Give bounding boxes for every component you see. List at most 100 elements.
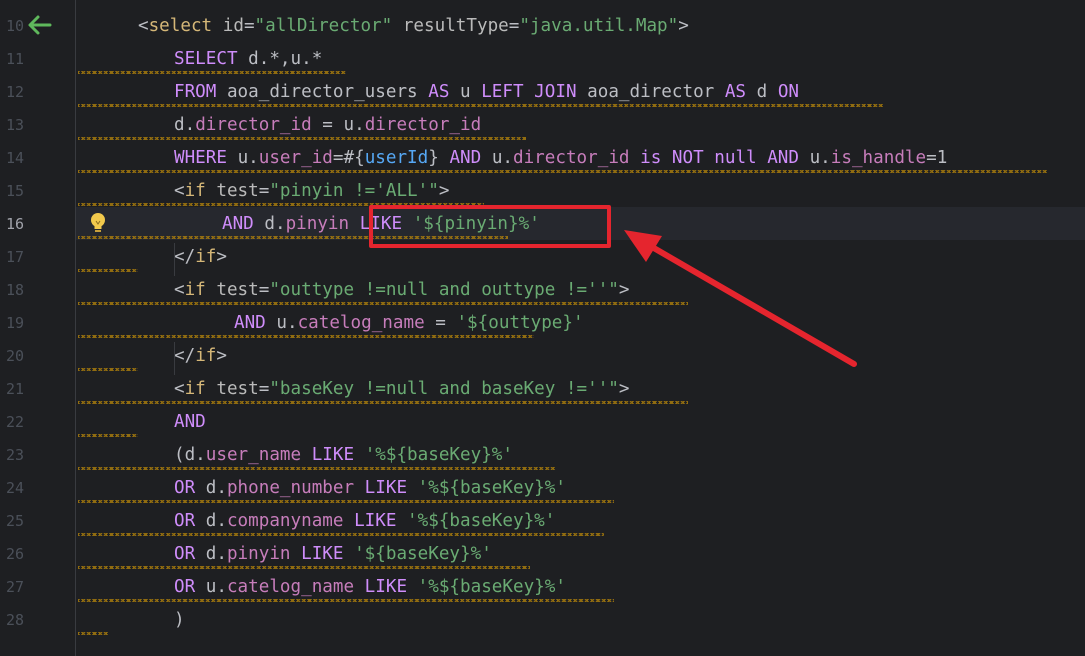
code-token: is NOT null AND xyxy=(640,148,810,168)
code-token: aoa_director_users xyxy=(226,82,429,102)
code-token: if xyxy=(195,247,217,267)
code-line[interactable]: </if> xyxy=(174,241,227,274)
code-token: "allDirector" xyxy=(254,16,393,36)
code-token: pinyin xyxy=(285,214,360,234)
code-token: '%${baseKey}%' xyxy=(417,577,566,597)
code-token: AND xyxy=(222,214,265,234)
code-token: director_id xyxy=(364,115,482,135)
line-number: 22 xyxy=(5,413,24,431)
code-token: u. xyxy=(205,577,227,597)
code-token: u. xyxy=(491,148,513,168)
code-token: "java.util.Map" xyxy=(519,16,679,36)
code-token: u xyxy=(460,82,482,102)
code-token: LIKE xyxy=(301,544,355,564)
code-token: OR xyxy=(174,478,206,498)
back-arrow-icon[interactable] xyxy=(26,12,52,38)
code-line[interactable]: ) xyxy=(174,604,185,637)
warning-squiggle xyxy=(78,467,556,470)
warning-squiggle xyxy=(78,434,138,437)
line-number: 20 xyxy=(5,347,24,365)
warning-squiggle xyxy=(78,368,138,371)
code-token: test xyxy=(216,280,259,300)
code-token: d. xyxy=(205,478,227,498)
warning-squiggle xyxy=(78,170,1048,173)
line-number: 11 xyxy=(5,50,24,68)
code-token: select xyxy=(148,16,213,36)
code-token: d. xyxy=(264,214,286,234)
code-token: aoa_director xyxy=(587,82,725,102)
annotation-highlight-box xyxy=(369,205,611,248)
warning-squiggle xyxy=(78,500,614,503)
line-number: 12 xyxy=(5,83,24,101)
code-editor[interactable]: 10 <select id="allDirector" resultType="j… xyxy=(0,0,1085,656)
warning-squiggle xyxy=(78,71,346,74)
code-token: AS xyxy=(724,82,757,102)
code-token: < xyxy=(174,379,185,399)
code-token: AND xyxy=(449,148,492,168)
code-token: =#{ xyxy=(332,148,365,168)
warning-squiggle xyxy=(78,401,688,404)
annotation-arrow xyxy=(624,230,857,367)
indent-guide xyxy=(174,243,175,276)
code-token: < xyxy=(138,16,149,36)
lightbulb-icon[interactable] xyxy=(88,212,108,234)
code-token: d. xyxy=(205,511,227,531)
code-token: = xyxy=(258,181,270,201)
code-token: LIKE xyxy=(354,511,408,531)
code-token: AND xyxy=(174,412,206,432)
code-token: = xyxy=(243,16,255,36)
code-token: "pinyin !='ALL'" xyxy=(269,181,439,201)
code-token: > xyxy=(618,379,630,399)
code-token: '${outtype}' xyxy=(456,313,584,333)
warning-squiggle xyxy=(78,533,604,536)
line-number: 10 xyxy=(5,17,24,35)
warning-squiggle xyxy=(78,632,108,635)
code-token: user_name xyxy=(205,445,312,465)
code-token: if xyxy=(195,346,217,366)
code-token: if xyxy=(184,280,206,300)
code-token: ) xyxy=(174,610,185,630)
code-token: d. xyxy=(174,115,196,135)
line-number: 17 xyxy=(5,248,24,266)
code-token: if xyxy=(184,181,206,201)
code-token: director_id xyxy=(513,148,641,168)
indent-guide xyxy=(174,342,175,375)
code-line[interactable]: <select id="allDirector" resultType="jav… xyxy=(138,10,689,43)
code-token: </ xyxy=(174,346,196,366)
code-token: WHERE xyxy=(174,148,238,168)
code-line[interactable]: </if> xyxy=(174,340,227,373)
warning-squiggle xyxy=(78,137,526,140)
code-token: user_id xyxy=(258,148,333,168)
code-token: = xyxy=(258,379,270,399)
warning-squiggle xyxy=(78,269,138,272)
code-token: test xyxy=(216,181,259,201)
code-token: '${baseKey}%' xyxy=(354,544,492,564)
code-token: d. xyxy=(205,544,227,564)
code-token: SELECT xyxy=(174,49,249,69)
code-token: '%${baseKey}%' xyxy=(364,445,513,465)
code-token: resultType xyxy=(402,16,509,36)
warning-squiggle xyxy=(78,104,884,107)
code-token: phone_number xyxy=(226,478,365,498)
code-token: } xyxy=(428,148,450,168)
line-number: 27 xyxy=(5,578,24,596)
line-number: 25 xyxy=(5,512,24,530)
code-token: LIKE xyxy=(311,445,365,465)
warning-squiggle xyxy=(78,566,530,569)
code-token: catelog_name xyxy=(226,577,365,597)
code-line[interactable]: AND xyxy=(174,406,206,439)
code-token: "outtype !=null and outtype !=''" xyxy=(269,280,619,300)
code-token: catelog_name xyxy=(297,313,425,333)
code-token: =1 xyxy=(926,148,948,168)
line-number: 21 xyxy=(5,380,24,398)
code-token: companyname xyxy=(226,511,355,531)
code-token: "baseKey !=null and baseKey !=''" xyxy=(269,379,619,399)
code-token: = xyxy=(424,313,457,333)
code-token: AND xyxy=(234,313,277,333)
code-token: = xyxy=(311,115,344,135)
code-token: d.*,u.* xyxy=(248,49,323,69)
code-token: test xyxy=(216,379,259,399)
